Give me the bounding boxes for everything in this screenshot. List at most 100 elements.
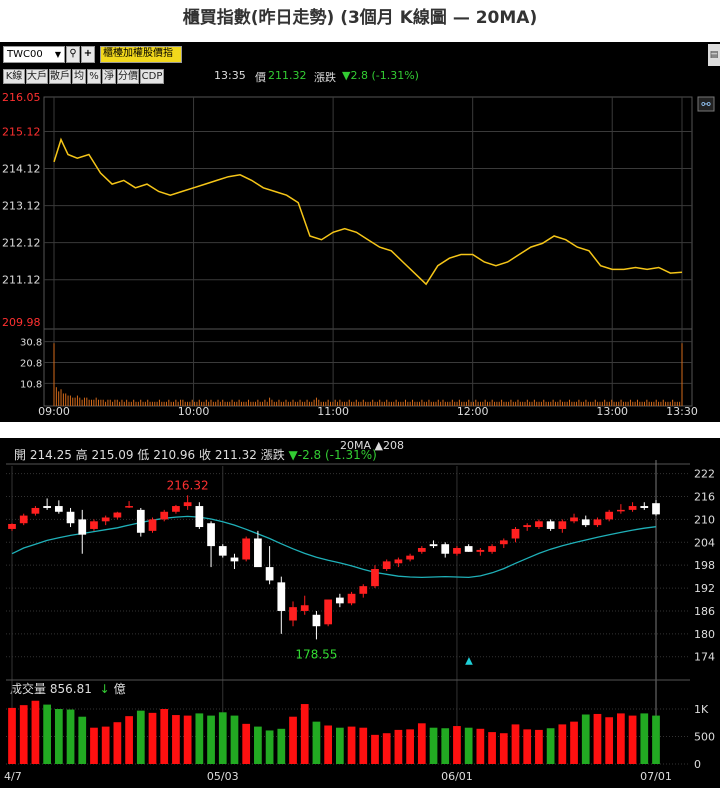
volume-bar	[546, 728, 555, 764]
volume-bar	[312, 721, 321, 764]
tab-0[interactable]: K線	[3, 69, 25, 84]
candle-body	[371, 569, 379, 587]
volume-bar	[19, 705, 28, 764]
x-tick-label: 11:00	[317, 405, 349, 418]
candle-body	[136, 509, 145, 533]
volume-bar	[581, 714, 590, 764]
volume-bar	[382, 733, 391, 764]
candle-body	[382, 561, 391, 569]
candle-body	[90, 521, 98, 529]
volume-bar	[66, 709, 75, 764]
tab-4[interactable]: %	[87, 69, 101, 84]
y-tick-label: 212.12	[2, 237, 41, 250]
volume-bar	[535, 729, 543, 764]
volume-bar	[558, 724, 567, 764]
tab-1[interactable]: 大戶	[26, 69, 48, 84]
volume-bar	[183, 715, 192, 764]
x-tick-label: 09:00	[38, 405, 70, 418]
volume-bar	[265, 730, 274, 764]
y-tick-label: 214.12	[2, 163, 41, 176]
candle-body	[406, 555, 414, 560]
x-tick-label: 10:00	[178, 405, 210, 418]
candle-body	[66, 511, 75, 524]
volume-bar	[324, 725, 333, 764]
candle-body	[8, 523, 16, 529]
link-icon: ⚯	[697, 96, 715, 112]
candle-body	[54, 506, 63, 512]
volume-bar	[277, 728, 286, 764]
ma-cursor-marker: ▲	[465, 656, 473, 667]
volume-bar	[43, 704, 51, 764]
candle-body	[43, 506, 51, 508]
x-tick-label: 4/7	[4, 770, 22, 783]
volume-bar	[652, 715, 660, 764]
volume-bar	[523, 729, 532, 764]
volume-bar	[207, 715, 215, 764]
candle-body	[254, 538, 262, 568]
candle-body	[230, 557, 239, 562]
volume-bar	[488, 732, 496, 764]
kline-svg: 222 216 210 204 198 192 186 180 174 4/7 05/03 06/01…	[4, 460, 715, 783]
volume-bar	[195, 713, 204, 764]
candle-body	[101, 517, 110, 522]
candle-body	[581, 519, 590, 526]
volume-bar	[113, 722, 122, 764]
volume-bar	[230, 715, 239, 764]
candle-body	[617, 509, 625, 512]
candle-body	[652, 503, 660, 515]
y-tick-label: 216.05	[2, 91, 41, 104]
candle-body	[628, 506, 637, 510]
y-tick-label: 174	[694, 651, 715, 664]
candle-body	[593, 519, 602, 526]
volume-y-tick-label: 500	[694, 731, 715, 744]
candle-body	[31, 507, 40, 514]
tab-5[interactable]: 淨	[102, 69, 116, 84]
max-price-label: 216.32	[167, 478, 209, 492]
candle-body	[289, 607, 297, 621]
candle-body	[312, 614, 321, 627]
volume-bar	[640, 713, 649, 764]
candle-body	[19, 515, 28, 524]
volume-bar	[499, 733, 508, 764]
candle-body	[113, 512, 122, 518]
volume-bar	[628, 715, 637, 764]
volume-bar	[136, 710, 145, 764]
candle-body	[488, 546, 496, 552]
tab-7[interactable]: CDP	[140, 69, 164, 84]
volume-y-tick-label: 30.8	[20, 338, 42, 349]
intraday-svg: 216.05 215.12 214.12 213.12 212.12 211.12 209.…	[2, 91, 715, 418]
volume-bar	[172, 715, 180, 764]
candle-body	[570, 517, 578, 522]
volume-bar	[242, 723, 251, 764]
volume-bar	[31, 700, 40, 764]
volume-y-tick-label: 20.8	[20, 359, 42, 370]
candle-body	[605, 511, 614, 520]
kline-chart-panel: 開 214.25 高 215.09 低 210.96 收 211.32 漲跌 ▼…	[0, 438, 720, 788]
link-icon-glyph: ⚯	[701, 98, 711, 111]
volume-bar	[335, 727, 344, 764]
volume-bar	[148, 712, 157, 764]
y-tick-label: 204	[694, 536, 715, 549]
candle-body	[160, 511, 169, 520]
candle-body	[511, 528, 520, 539]
tab-6[interactable]: 分價	[117, 69, 139, 84]
x-tick-label: 05/03	[207, 770, 239, 783]
tab-2[interactable]: 散戶	[49, 69, 71, 84]
volume-bar	[394, 729, 403, 764]
candle-body	[207, 523, 215, 547]
volume-bar	[359, 727, 368, 764]
min-price-label: 178.55	[295, 647, 337, 661]
y-tick-label: 210	[694, 513, 715, 526]
candle-body	[195, 506, 204, 528]
y-tick-label: 186	[694, 605, 715, 618]
y-tick-label: 222	[694, 468, 715, 481]
candle-body	[183, 502, 192, 507]
volume-bar	[429, 727, 438, 764]
candle-body	[265, 567, 274, 581]
price-line	[53, 137, 683, 286]
candle-body	[347, 593, 356, 604]
volume-bar	[453, 726, 461, 764]
x-tick-label: 12:00	[457, 405, 489, 418]
volume-bar	[511, 724, 520, 764]
tab-3[interactable]: 均	[72, 69, 86, 84]
